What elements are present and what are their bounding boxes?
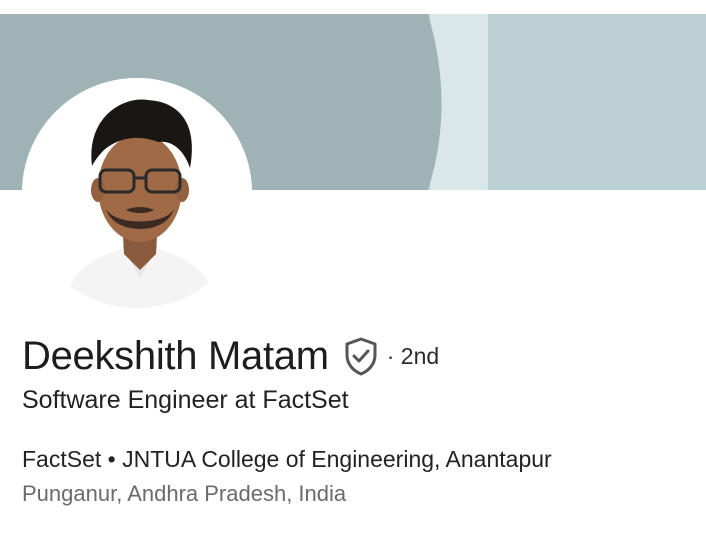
company-education-line[interactable]: FactSet • JNTUA College of Engineering, … — [22, 446, 552, 473]
name-row: Deekshith Matam · 2nd — [22, 330, 439, 382]
shield-check-icon[interactable] — [343, 336, 379, 376]
profile-name: Deekshith Matam — [22, 333, 329, 378]
top-status-strip — [0, 0, 706, 14]
profile-avatar[interactable] — [22, 78, 252, 308]
avatar-illustration — [22, 78, 252, 308]
profile-headline: Software Engineer at FactSet — [22, 386, 349, 414]
connection-degree: · 2nd — [386, 342, 440, 369]
profile-screen: Deekshith Matam · 2nd Software Engineer … — [0, 0, 706, 542]
profile-location: Punganur, Andhra Pradesh, India — [22, 481, 347, 506]
